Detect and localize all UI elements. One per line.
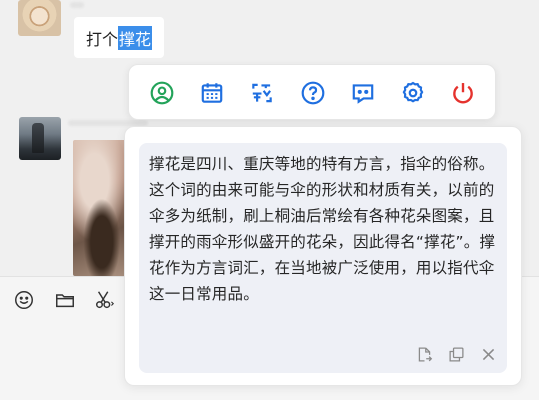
insert-icon[interactable] <box>415 345 433 363</box>
message-text: 打个 <box>86 29 119 49</box>
copy-icon[interactable] <box>447 345 465 363</box>
calendar-icon[interactable] <box>198 79 226 107</box>
message-bubble[interactable]: 打个 撑花 <box>74 17 165 58</box>
answer-card: 撑花是四川、重庆等地的特有方言，指伞的俗称。这个词的由来可能与伞的形状和材质有关… <box>139 143 507 373</box>
ai-answer-panel: 撑花是四川、重庆等地的特有方言，指伞的俗称。这个词的由来可能与伞的形状和材质有关… <box>124 126 522 386</box>
close-icon[interactable] <box>479 345 497 363</box>
scissors-icon[interactable] <box>94 288 116 312</box>
ai-action-bar <box>128 64 496 120</box>
avatar[interactable] <box>19 117 61 160</box>
settings-icon[interactable] <box>399 79 427 107</box>
selected-text: 撑花 <box>118 25 153 50</box>
power-icon[interactable] <box>449 79 477 107</box>
translate-icon[interactable] <box>248 79 276 107</box>
emoji-icon[interactable] <box>13 288 35 312</box>
avatar[interactable] <box>18 0 61 36</box>
folder-icon[interactable] <box>54 288 76 312</box>
answer-actions <box>415 345 497 363</box>
help-icon[interactable] <box>299 79 327 107</box>
answer-text: 撑花是四川、重庆等地的特有方言，指伞的俗称。这个词的由来可能与伞的形状和材质有关… <box>149 155 496 303</box>
sender-name <box>70 2 84 8</box>
chat-bubble-icon[interactable] <box>349 79 377 107</box>
user-circle-icon[interactable] <box>148 79 176 107</box>
